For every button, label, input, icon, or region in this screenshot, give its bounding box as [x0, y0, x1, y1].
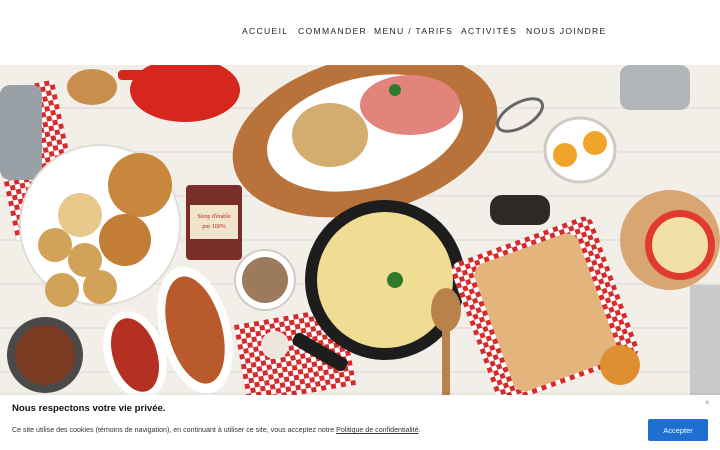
metal-pitcher	[620, 65, 690, 110]
cookie-text-end: .	[418, 426, 421, 434]
nav-item-commander[interactable]: COMMANDER	[298, 26, 367, 36]
scrambled-eggs	[317, 212, 453, 348]
accept-button[interactable]: Accepter	[648, 419, 708, 441]
hero-image: Sirop d'érable pur 100%	[0, 65, 720, 395]
privacy-policy-link[interactable]: Politique de confidentialité	[336, 426, 418, 434]
nav-item-accueil[interactable]: ACCUEIL	[242, 26, 288, 36]
food-spread-illustration: Sirop d'érable pur 100%	[0, 65, 720, 395]
can-label-line2: pur 100%	[202, 224, 226, 230]
cookie-text-body: Ce site utilise des cookies (témoins de …	[12, 426, 337, 434]
nav-item-menu-tarifs[interactable]: MENU / TARIFS	[374, 26, 453, 36]
site-header: ACCUEIL COMMANDER MENU / TARIFS ACTIVITÉ…	[0, 0, 720, 65]
main-nav: ACCUEIL COMMANDER MENU / TARIFS ACTIVITÉ…	[0, 26, 720, 40]
cookie-banner: Nous respectons votre vie privée. Ce sit…	[0, 395, 720, 450]
cheese-grater	[690, 285, 720, 395]
wooden-spoon	[67, 69, 117, 105]
close-icon[interactable]: ×	[705, 398, 710, 407]
ham-slices	[360, 75, 460, 135]
nav-item-nous-joindre[interactable]: NOUS JOINDRE	[526, 26, 607, 36]
cookie-title: Nous respectons votre vie privée.	[12, 403, 166, 414]
nav-item-activites[interactable]: ACTIVITÉS	[461, 26, 517, 36]
whisk	[496, 97, 544, 133]
dark-bottle	[490, 195, 550, 225]
cookie-text: Ce site utilise des cookies (témoins de …	[12, 426, 421, 434]
wooden-ladle	[431, 288, 461, 332]
milk-jug	[0, 85, 42, 180]
can-label-line1: Sirop d'érable	[197, 214, 231, 220]
jam-jar	[600, 345, 640, 385]
fried-pastry	[108, 153, 172, 217]
garlic	[261, 331, 289, 359]
roast-potatoes	[292, 103, 368, 167]
